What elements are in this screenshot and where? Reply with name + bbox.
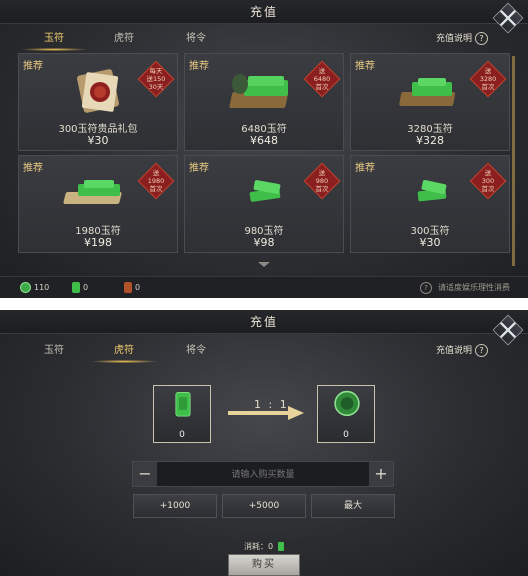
currency-jade-coin: 110	[20, 282, 49, 294]
tab-jade[interactable]: 玉符	[18, 28, 90, 51]
recharge-help-link[interactable]: 充值说明?	[436, 343, 488, 357]
target-count: 0	[343, 430, 349, 440]
product-price: ¥328	[416, 134, 444, 147]
product-price: ¥30	[87, 134, 109, 147]
recommend-tag: 推荐	[23, 163, 43, 174]
tab-tiger[interactable]: 虎符	[88, 28, 160, 50]
quantity-input[interactable]	[159, 462, 367, 486]
exchange-source-slot: 0	[153, 385, 211, 443]
product-name: 300玉符贵品礼包	[58, 124, 138, 135]
window-title: 充值	[0, 310, 528, 334]
consumption-notice: ? 请适度娱乐理性消费	[420, 282, 510, 294]
product-price: ¥198	[84, 236, 112, 249]
help-label: 充值说明	[435, 34, 472, 44]
ribbon-badge: 送 1980 首次	[147, 169, 165, 193]
currency-tiger-token: 0	[124, 282, 140, 294]
exchange-target-slot: 0	[317, 385, 375, 443]
jade-pile-tray-icon	[229, 74, 289, 108]
jade-tray-icon	[63, 180, 122, 204]
add-5000-button[interactable]: +5000	[222, 494, 306, 518]
product-card-6480[interactable]: 推荐 送 6480 首次 6480玉符 ¥648	[184, 53, 344, 151]
max-button[interactable]: 最大	[311, 494, 395, 518]
tab-general[interactable]: 将令	[160, 28, 232, 50]
info-icon: ?	[420, 282, 432, 294]
product-name: 3280玉符	[407, 124, 453, 135]
recharge-panel-jade: 充值 玉符 虎符 将令 充值说明? 推荐 每天 送150 30天 300玉符贵品礼包…	[0, 0, 528, 298]
recommend-tag: 推荐	[355, 61, 375, 72]
gift-package-icon	[77, 69, 119, 113]
recommend-tag: 推荐	[23, 61, 43, 72]
help-icon: ?	[475, 32, 488, 45]
decrease-button[interactable]: −	[133, 462, 157, 486]
recharge-panel-tiger: 充值 玉符 虎符 将令 充值说明?	[0, 310, 528, 576]
jade-token-icon	[277, 542, 284, 551]
jade-stack-icon	[417, 179, 447, 202]
ribbon-badge: 送 980 首次	[315, 169, 329, 193]
product-price: ¥30	[419, 236, 441, 249]
window-title: 充值	[0, 0, 528, 24]
ribbon-badge: 每天 送150 30天	[146, 67, 166, 91]
ribbon-badge: 送 6480 首次	[313, 67, 331, 91]
jade-stack-icon	[249, 180, 281, 202]
recommend-tag: 推荐	[189, 163, 209, 174]
product-card-1980[interactable]: 推荐 送 1980 首次 1980玉符 ¥198	[18, 155, 178, 253]
jade-token-icon	[175, 391, 191, 417]
currency-jade-token: 0	[72, 282, 88, 294]
tab-tiger[interactable]: 虎符	[88, 340, 160, 363]
recharge-help-link[interactable]: 充值说明?	[436, 31, 488, 45]
product-name: 1980玉符	[75, 226, 121, 237]
tab-general[interactable]: 将令	[160, 340, 232, 362]
arrow-right-icon	[228, 406, 304, 420]
increase-button[interactable]: +	[369, 462, 393, 486]
consume-label: 消耗：0	[244, 541, 284, 552]
product-card-980[interactable]: 推荐 送 980 首次 980玉符 ¥98	[184, 155, 344, 253]
recommend-tag: 推荐	[355, 163, 375, 174]
product-name: 980玉符	[244, 226, 284, 237]
product-price: ¥648	[250, 134, 278, 147]
recommend-tag: 推荐	[189, 61, 209, 72]
add-1000-button[interactable]: +1000	[133, 494, 217, 518]
scrollbar[interactable]	[512, 56, 515, 266]
help-label: 充值说明	[435, 346, 472, 356]
quantity-stepper: − +	[132, 461, 394, 487]
product-name: 300玉符	[410, 226, 450, 237]
currency-bar: 110 0 0 ? 请适度娱乐理性消费	[0, 276, 528, 298]
product-card-300[interactable]: 推荐 送 300 首次 300玉符 ¥30	[350, 155, 510, 253]
ribbon-badge: 送 300 首次	[481, 169, 495, 193]
product-price: ¥98	[253, 236, 275, 249]
tab-jade[interactable]: 玉符	[18, 340, 90, 362]
jade-tray-icon	[399, 78, 456, 106]
buy-button[interactable]: 购买	[228, 554, 300, 576]
product-card-gift-pack[interactable]: 推荐 每天 送150 30天 300玉符贵品礼包 ¥30	[18, 53, 178, 151]
jade-token-icon	[72, 282, 80, 293]
ribbon-badge: 送 3280 首次	[479, 67, 497, 91]
jade-coin-icon	[334, 390, 360, 417]
product-name: 6480玉符	[241, 124, 287, 135]
source-count: 0	[179, 430, 185, 440]
tiger-token-icon	[124, 282, 132, 293]
scroll-down-icon[interactable]	[258, 262, 270, 267]
jade-coin-icon	[20, 282, 31, 293]
product-card-3280[interactable]: 推荐 送 3280 首次 3280玉符 ¥328	[350, 53, 510, 151]
help-icon: ?	[475, 344, 488, 357]
